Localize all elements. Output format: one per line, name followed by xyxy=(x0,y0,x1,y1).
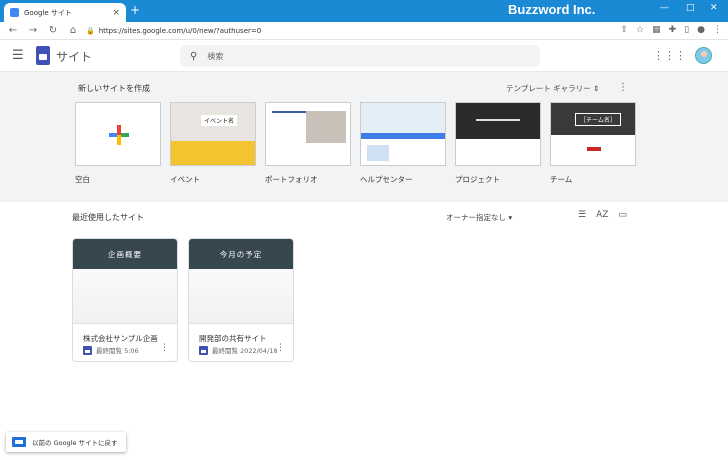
site-card-name: 株式会社サンプル企画 xyxy=(83,334,158,343)
hamburger-menu-icon[interactable]: ☰ xyxy=(12,48,24,63)
classic-sites-icon xyxy=(12,437,26,447)
classic-sites-label: 以前の Google サイトに戻す xyxy=(32,439,118,447)
template-team[interactable]: ［チーム名］ チーム xyxy=(550,102,636,185)
url-field[interactable]: 🔒 https://sites.google.com/u/0/new/?auth… xyxy=(86,27,261,35)
app-name: サイト xyxy=(56,50,93,64)
template-label: ヘルプセンター xyxy=(360,175,413,184)
new-site-title: 新しいサイトを作成 xyxy=(78,84,150,93)
more-options-icon[interactable]: ⋮ xyxy=(618,82,628,93)
template-label: プロジェクト xyxy=(455,175,500,184)
back-arrow-icon[interactable]: ← xyxy=(6,25,20,36)
folder-icon[interactable]: ▭ xyxy=(618,210,627,220)
reload-icon[interactable]: ↻ xyxy=(46,25,60,36)
apps-grid-icon[interactable]: ⋮⋮⋮ xyxy=(653,49,686,62)
google-sites-favicon-icon xyxy=(10,8,19,17)
extension-icon[interactable]: ▦ xyxy=(652,25,661,35)
new-tab-button[interactable]: + xyxy=(130,3,140,17)
tab-title: Google サイト xyxy=(24,8,72,17)
sort-az-icon[interactable]: AZ xyxy=(596,210,608,220)
plus-icon xyxy=(109,125,129,145)
site-card[interactable]: 企画概要 株式会社サンプル企画 最終閲覧 5:06 ⋮ xyxy=(72,238,178,362)
site-card-banner: 今月の予定 xyxy=(189,239,293,269)
minimize-icon[interactable]: — xyxy=(660,3,669,13)
template-thumbnail[interactable] xyxy=(455,102,541,166)
maximize-icon[interactable]: □ xyxy=(686,3,695,13)
browser-menu-icon[interactable]: ⋮ xyxy=(713,25,722,35)
owner-filter-label: オーナー指定なし xyxy=(446,213,506,222)
brand-watermark: Buzzword Inc. xyxy=(508,2,596,17)
profile-icon[interactable]: ● xyxy=(697,25,705,35)
search-box[interactable]: ⚲ 検索 xyxy=(180,45,540,67)
thumbnail-title: ［チーム名］ xyxy=(575,113,621,126)
unfold-icon: ⇕ xyxy=(593,84,600,93)
site-card-more-icon[interactable]: ⋮ xyxy=(160,343,169,353)
template-gallery-button[interactable]: テンプレート ギャラリー ⇕ xyxy=(506,83,599,94)
address-bar: ← → ↻ ⌂ 🔒 https://sites.google.com/u/0/n… xyxy=(0,22,728,40)
site-card-more-icon[interactable]: ⋮ xyxy=(276,343,285,353)
avatar[interactable] xyxy=(695,47,712,64)
template-label: チーム xyxy=(550,175,573,184)
sites-logo-icon[interactable] xyxy=(36,46,50,65)
template-label: 空白 xyxy=(75,175,90,184)
template-portfolio[interactable]: ポートフォリオ xyxy=(265,102,351,185)
site-card-last-viewed: 最終閲覧 2022/04/18 xyxy=(212,347,278,355)
recent-sites-title: 最近使用したサイト xyxy=(72,213,144,222)
share-icon[interactable]: ⇪ xyxy=(621,25,629,35)
site-icon xyxy=(83,345,92,355)
home-icon[interactable]: ⌂ xyxy=(66,25,80,36)
template-help-center[interactable]: ヘルプセンター xyxy=(360,102,446,185)
close-tab-icon[interactable]: × xyxy=(112,8,120,18)
search-icon: ⚲ xyxy=(190,50,198,62)
site-card-name: 開発部の共有サイト xyxy=(199,334,267,343)
site-icon xyxy=(199,345,208,355)
template-thumbnail[interactable] xyxy=(360,102,446,166)
new-site-section: 新しいサイトを作成 テンプレート ギャラリー ⇕ ⋮ 空白 イベント名 イベント xyxy=(0,72,728,202)
forward-arrow-icon[interactable]: → xyxy=(26,25,40,36)
thumbnail-title: イベント名 xyxy=(201,115,238,126)
close-window-icon[interactable]: ✕ xyxy=(710,3,718,13)
list-view-icon[interactable]: ☰ xyxy=(578,210,586,220)
template-project[interactable]: プロジェクト xyxy=(455,102,541,185)
template-label: イベント xyxy=(170,175,200,184)
dropdown-arrow-icon: ▾ xyxy=(508,213,513,222)
classic-sites-link[interactable]: 以前の Google サイトに戻す xyxy=(6,432,126,452)
sidebar-icon[interactable]: ▯ xyxy=(684,25,689,35)
bookmark-star-icon[interactable]: ☆ xyxy=(636,25,644,35)
app-header: ☰ サイト ⚲ 検索 ⋮⋮⋮ xyxy=(0,40,728,72)
template-event[interactable]: イベント名 イベント xyxy=(170,102,256,185)
template-blank[interactable]: 空白 xyxy=(75,102,161,185)
template-thumbnail[interactable]: ［チーム名］ xyxy=(550,102,636,166)
lock-icon: 🔒 xyxy=(86,26,95,35)
url-text: https://sites.google.com/u/0/new/?authus… xyxy=(98,26,262,35)
template-thumbnail[interactable] xyxy=(75,102,161,166)
template-thumbnail[interactable]: イベント名 xyxy=(170,102,256,166)
template-gallery-label: テンプレート ギャラリー xyxy=(506,84,591,93)
template-label: ポートフォリオ xyxy=(265,175,318,184)
site-card-last-viewed: 最終閲覧 5:06 xyxy=(96,347,139,355)
owner-filter-dropdown[interactable]: オーナー指定なし ▾ xyxy=(446,212,512,223)
search-placeholder: 検索 xyxy=(207,51,224,61)
template-thumbnail[interactable] xyxy=(265,102,351,166)
site-card[interactable]: 今月の予定 開発部の共有サイト 最終閲覧 2022/04/18 ⋮ xyxy=(188,238,294,362)
browser-titlebar: Google サイト × + Buzzword Inc. — □ ✕ xyxy=(0,0,728,22)
site-card-banner: 企画概要 xyxy=(73,239,177,269)
puzzle-icon[interactable]: ✚ xyxy=(669,25,677,35)
browser-tab[interactable]: Google サイト × xyxy=(4,3,126,22)
